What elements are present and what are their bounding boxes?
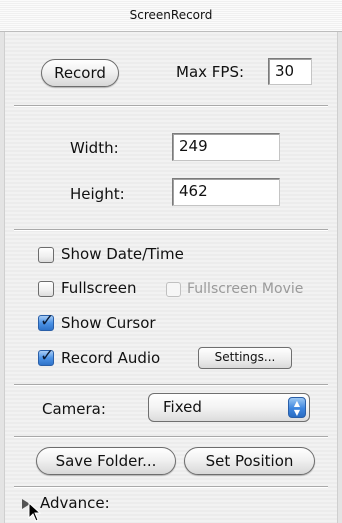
fullscreen-movie-label: Fullscreen Movie bbox=[187, 281, 304, 297]
updown-arrows-icon: ▲ ▼ bbox=[288, 397, 306, 418]
show-datetime-checkbox[interactable] bbox=[38, 247, 54, 263]
mouse-pointer-icon bbox=[28, 502, 42, 522]
record-audio-checkbox[interactable]: ✓ bbox=[38, 346, 54, 366]
audio-settings-button[interactable]: Settings... bbox=[198, 347, 292, 369]
fullscreen-checkbox[interactable] bbox=[38, 281, 54, 297]
width-field[interactable]: 249 bbox=[172, 133, 280, 161]
max-fps-label: Max FPS: bbox=[176, 63, 245, 81]
height-field[interactable]: 462 bbox=[172, 178, 280, 206]
separator bbox=[14, 105, 328, 107]
window-title: ScreenRecord bbox=[129, 8, 213, 22]
camera-label: Camera: bbox=[42, 400, 106, 418]
advance-label[interactable]: Advance: bbox=[40, 494, 110, 512]
checkmark-icon: ✓ bbox=[40, 346, 55, 366]
title-bar[interactable]: ScreenRecord bbox=[0, 0, 342, 32]
save-folder-button[interactable]: Save Folder... bbox=[36, 447, 176, 475]
show-cursor-label[interactable]: Show Cursor bbox=[61, 314, 156, 332]
window-left-edge bbox=[0, 0, 5, 523]
max-fps-field[interactable]: 30 bbox=[268, 58, 312, 85]
record-audio-label[interactable]: Record Audio bbox=[61, 349, 160, 367]
fullscreen-label[interactable]: Fullscreen bbox=[61, 279, 137, 297]
camera-popup[interactable]: Fixed ▲ ▼ bbox=[148, 393, 310, 422]
height-label: Height: bbox=[70, 185, 125, 203]
separator bbox=[14, 436, 328, 438]
separator bbox=[14, 384, 328, 386]
separator bbox=[14, 229, 328, 231]
show-cursor-checkbox[interactable]: ✓ bbox=[38, 311, 54, 331]
separator bbox=[14, 486, 328, 488]
checkmark-icon: ✓ bbox=[40, 311, 55, 331]
set-position-button[interactable]: Set Position bbox=[184, 447, 315, 475]
width-label: Width: bbox=[70, 139, 119, 157]
window-right-edge bbox=[337, 0, 342, 523]
show-datetime-label[interactable]: Show Date/Time bbox=[61, 245, 184, 263]
record-button[interactable]: Record bbox=[41, 59, 119, 87]
screenrecord-window: ScreenRecord Record Max FPS: 30 Width: 2… bbox=[0, 0, 342, 523]
camera-popup-value: Fixed bbox=[163, 398, 202, 416]
fullscreen-movie-checkbox[interactable] bbox=[166, 282, 181, 297]
